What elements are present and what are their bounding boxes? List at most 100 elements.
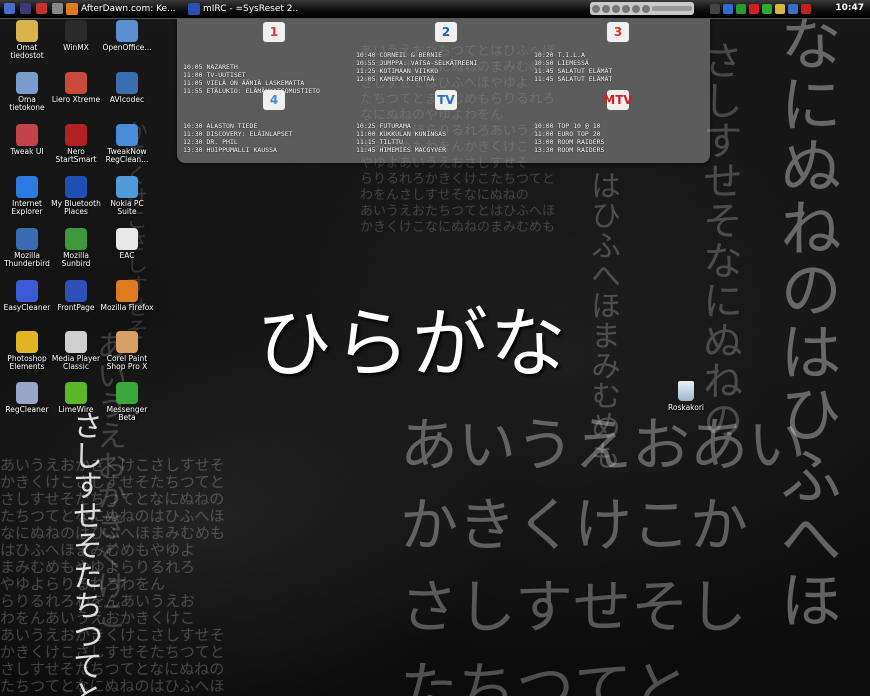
mirc-icon <box>188 3 200 15</box>
desktop-icon-tweak-ui[interactable]: Tweak UI <box>0 124 54 156</box>
desktop-icon-corel-paint-shop-pro-x[interactable]: Corel Paint Shop Pro X <box>100 331 154 371</box>
tv-program-line: 13:30 ROOM RAIDERS <box>534 146 605 154</box>
desktop-icon-label: Internet Explorer <box>11 199 43 216</box>
tv-guide-widget: 1 10:05 NAZARETH 11:00 TV-UUTISET 11:05 VIE… <box>177 18 710 163</box>
media-player-toolbar[interactable] <box>590 2 694 15</box>
previous-icon[interactable] <box>592 4 600 13</box>
network-icon[interactable] <box>723 4 733 14</box>
pause-icon[interactable] <box>612 4 620 13</box>
wallpaper-kana-text: わをんさしすせそなにぬねの <box>360 188 529 203</box>
mtv3-logo-icon: 3 <box>607 22 629 42</box>
desktop-icon-label: Mozilla Sunbird <box>61 251 91 268</box>
tv-program-line: 10:25 FUTURAMA <box>356 122 411 130</box>
firefox-icon <box>116 280 138 302</box>
quick-launch-icon[interactable] <box>36 3 47 14</box>
desktop-icon-mozilla-firefox[interactable]: Mozilla Firefox <box>100 280 154 312</box>
wallpaper-headline: ひらがな <box>256 299 568 388</box>
tweakui-icon <box>16 124 38 146</box>
wallpaper-kana-text: まみむめもやゆよらりるれろ <box>0 558 196 576</box>
wallpaper-kana-text: たちつてとなにぬねのはひふへほ <box>0 507 225 525</box>
desktop-icon-tweaknow-regclean[interactable]: TweakNow RegClean... <box>100 124 154 164</box>
quick-launch-icon[interactable] <box>20 3 31 14</box>
tv-program-line: 11:30 DISCOVERY: ELÄINLAPSET <box>183 130 293 138</box>
taskbar-window-mirc[interactable]: mIRC - =SysReset 2... <box>188 1 298 17</box>
tv-channel-6[interactable]: MTV <box>603 90 633 110</box>
recycle-bin[interactable]: Roskakori <box>664 381 708 412</box>
tv-program-line: 10:20 T.I.L.A <box>534 51 585 59</box>
desktop-icon-photoshop-elements[interactable]: Photoshop Elements <box>0 331 54 371</box>
nero-icon <box>65 124 87 146</box>
desktop-icon-nero-startsmart[interactable]: Nero StartSmart <box>49 124 103 164</box>
wallpaper-kana-text: たちつてとなにぬねのはひふへほ <box>0 677 225 695</box>
desktop-icon-avicodec[interactable]: AVIcodec <box>100 72 154 104</box>
worm-icon <box>65 72 87 94</box>
thunderbird-icon <box>16 228 38 250</box>
play-icon[interactable] <box>602 4 610 13</box>
ie-icon <box>16 176 38 198</box>
clock[interactable]: 10:47 <box>835 3 864 13</box>
show-desktop-icon[interactable] <box>4 3 15 14</box>
wallpaper-kana-text: たちつてと <box>400 655 691 696</box>
desktop-icon-limewire[interactable]: LimeWire <box>49 382 103 414</box>
quick-launch-icon[interactable] <box>52 3 63 14</box>
winmx-icon <box>65 20 87 42</box>
wallpaper-kana-text: はひふへほまみむめも <box>585 170 620 470</box>
tray-icon[interactable] <box>801 4 811 14</box>
tv-program-line: 12:30 DR. PHIL <box>183 138 238 146</box>
tv-channel-1[interactable]: 1 <box>263 22 285 42</box>
desktop-icon-media-player-classic[interactable]: Media Player Classic <box>49 331 103 371</box>
stop-icon[interactable] <box>622 4 630 13</box>
desktop-icon-winmx[interactable]: WinMX <box>49 20 103 52</box>
photoshop-icon <box>16 331 38 353</box>
desktop-icon-omat-tiedostot[interactable]: Omat tiedostot <box>0 20 54 60</box>
wallpaper-kana-text: かきくけこさしすせそたちつてと <box>0 643 225 661</box>
tv-channel-3[interactable]: 3 <box>607 22 629 42</box>
tv-program-line: 11:05 VIELÄ ON ÄÄNIÄ LASKEMATTA <box>183 79 305 87</box>
tv-program-line: 11:00 TV-UUTISET <box>183 71 246 79</box>
tv-program-line: 11:45 SALATUT ELÄMÄT <box>534 67 613 75</box>
bluetooth-icon <box>65 176 87 198</box>
messenger-icon[interactable] <box>736 4 746 14</box>
desktop-icon-easycleaner[interactable]: EasyCleaner <box>0 280 54 312</box>
tv-program-line: 11:45 SALATUT ELÄMÄT <box>534 75 613 83</box>
desktop-icon-nokia-pc-suite[interactable]: Nokia PC Suite <box>100 176 154 216</box>
yle1-logo-icon: 1 <box>263 22 285 42</box>
tv-channel-4[interactable]: 4 <box>263 90 285 110</box>
taskbar-window-firefox[interactable]: AfterDawn.com: Ke... <box>66 1 176 17</box>
tv-program-line: 10:30 ALASTON TIEDE <box>183 122 258 130</box>
folder-icon <box>16 20 38 42</box>
tv-program-line: 11:25 KOTIMAAN VIIKKO <box>356 67 439 75</box>
desktop-icon-frontpage[interactable]: FrontPage <box>49 280 103 312</box>
seek-bar[interactable] <box>652 6 692 11</box>
wallpaper-kana-text: なにぬねのはひふへほまみむめも <box>0 524 226 542</box>
desktop-icon-label: Messenger Beta <box>106 405 148 422</box>
wallpaper-kana-text: さしすせそたちつてとなにぬねの <box>0 660 225 678</box>
avicodec-icon <box>116 72 138 94</box>
desktop-icon-eac[interactable]: EAC <box>100 228 154 260</box>
taskbar: AfterDawn.com: Ke... mIRC - =SysReset 2.… <box>0 0 870 19</box>
desktop-icon-label: TweakNow RegClean... <box>105 147 149 164</box>
volume-icon[interactable] <box>642 4 650 13</box>
subtv-logo-icon: TV <box>435 90 457 110</box>
desktop-icon-my-bluetooth-places[interactable]: My Bluetooth Places <box>49 176 103 216</box>
next-icon[interactable] <box>632 4 640 13</box>
tray-icon[interactable] <box>710 4 720 14</box>
desktop-icon-internet-explorer[interactable]: Internet Explorer <box>0 176 54 216</box>
tv-channel-5[interactable]: TV <box>435 90 457 110</box>
desktop-icon-mozilla-thunderbird[interactable]: Mozilla Thunderbird <box>0 228 54 268</box>
wallpaper-kana-text: あいうえおかきくけこさしすせそ <box>0 456 225 474</box>
desktop-icon-liero-xtreme[interactable]: Liero Xtreme <box>49 72 103 104</box>
tray-icon[interactable] <box>749 4 759 14</box>
desktop-icon-regcleaner[interactable]: RegCleaner <box>0 382 54 414</box>
desktop-icon-openoffice[interactable]: OpenOffice... <box>100 20 154 52</box>
frontpage-icon <box>65 280 87 302</box>
volume-icon[interactable] <box>788 4 798 14</box>
tray-icon[interactable] <box>762 4 772 14</box>
desktop-icon-messenger-beta[interactable]: Messenger Beta <box>100 382 154 422</box>
desktop-icon-mozilla-sunbird[interactable]: Mozilla Sunbird <box>49 228 103 268</box>
desktop-icon-oma-tietokone[interactable]: Oma tietokone <box>0 72 54 112</box>
tray-icon[interactable] <box>775 4 785 14</box>
desktop-icon-label: Liero Xtreme <box>51 95 101 104</box>
tv-program-line: 11:00 EURO TOP 20 <box>534 130 601 138</box>
tv-channel-2[interactable]: 2 <box>435 22 457 42</box>
